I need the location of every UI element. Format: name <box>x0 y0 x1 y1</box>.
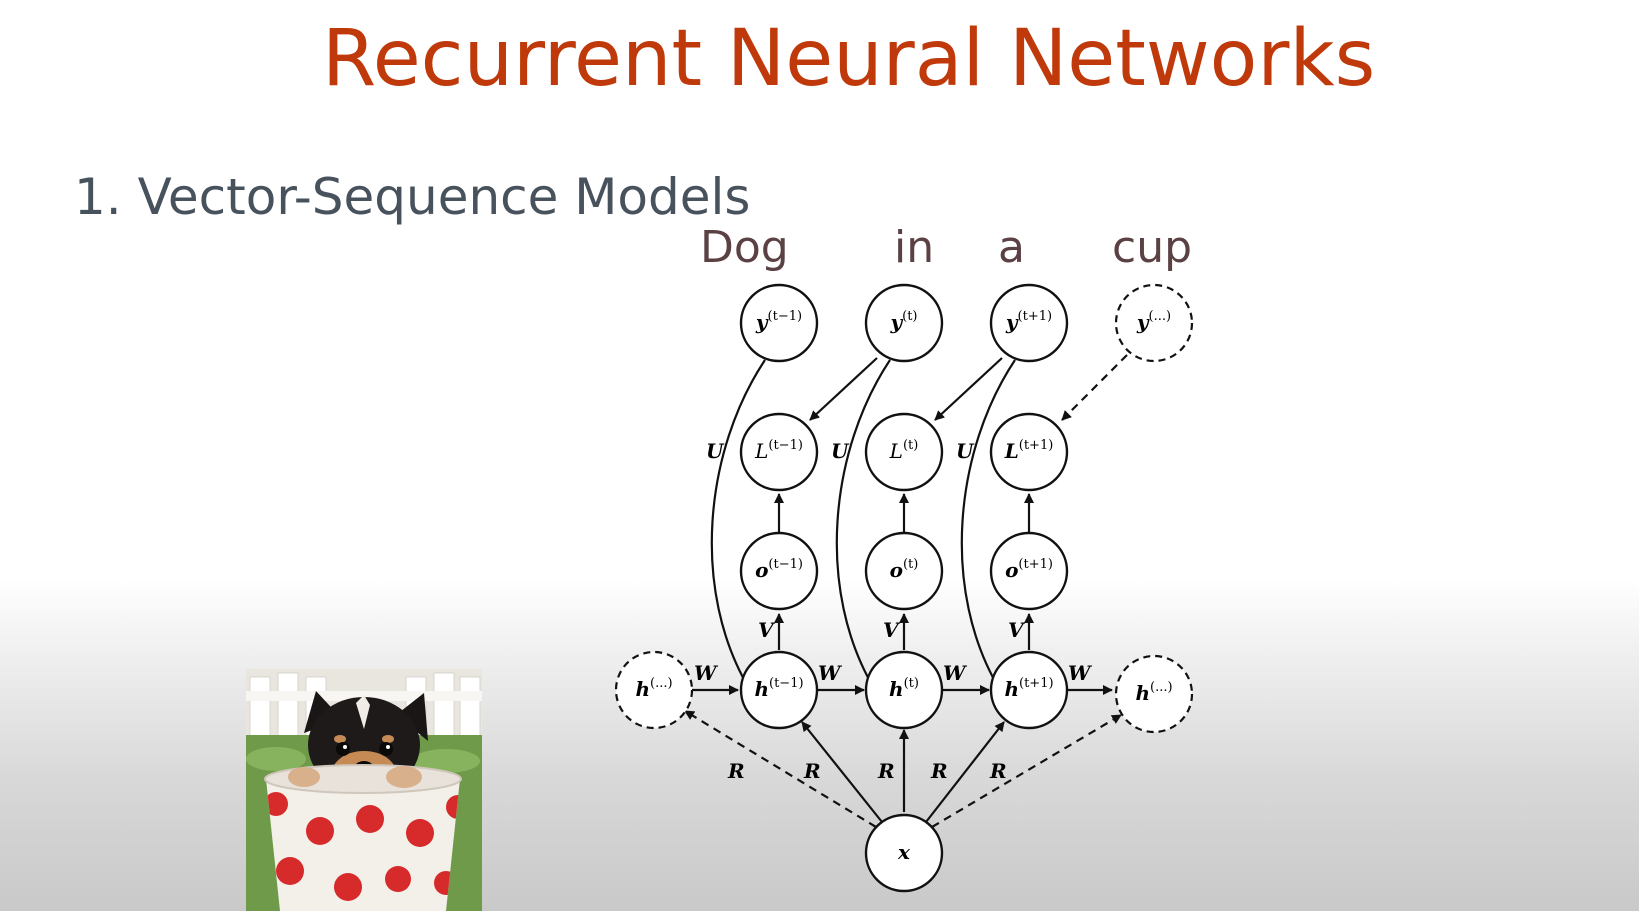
label-r-1: R <box>727 759 745 783</box>
label-v-2: V <box>883 618 901 642</box>
node-y-prev: y(t−1) <box>739 283 819 363</box>
label-v-1: V <box>758 618 776 642</box>
label-u-2: U <box>831 439 850 463</box>
label-r-5: R <box>989 759 1007 783</box>
edges-y-to-loss <box>809 354 1128 421</box>
label-r-2: R <box>803 759 821 783</box>
node-hidden-next: h(t+1) <box>989 650 1069 730</box>
node-loss-next: L(t+1) <box>989 412 1069 492</box>
label-w-2: W <box>818 661 843 685</box>
label-v-3: V <box>1008 618 1026 642</box>
label-u-1: U <box>706 439 725 463</box>
node-y-next: y(t+1) <box>989 283 1069 363</box>
node-loss-prev: L(t−1) <box>739 412 819 492</box>
label-r-4: R <box>930 759 948 783</box>
node-output-next: o(t+1) <box>989 531 1069 611</box>
label-r-3: R <box>877 759 895 783</box>
node-y-t: y(t) <box>864 283 944 363</box>
node-output-t: o(t) <box>864 531 944 611</box>
node-hidden-t: h(t) <box>864 650 944 730</box>
node-hidden-before: h(...) <box>614 650 694 730</box>
label-u-3: U <box>956 439 975 463</box>
puppy-in-cup-image <box>246 669 482 911</box>
label-w-3: W <box>943 661 968 685</box>
node-hidden-after: h(...) <box>1114 654 1194 734</box>
label-w-4: W <box>1068 661 1093 685</box>
svg-text:x: x <box>897 840 911 864</box>
node-y-more: y(...) <box>1114 283 1194 363</box>
label-w-1: W <box>694 661 719 685</box>
node-hidden-prev: h(t−1) <box>739 650 819 730</box>
node-input-x: x <box>864 813 944 893</box>
node-output-prev: o(t−1) <box>739 531 819 611</box>
node-loss-t: L(t) <box>864 412 944 492</box>
